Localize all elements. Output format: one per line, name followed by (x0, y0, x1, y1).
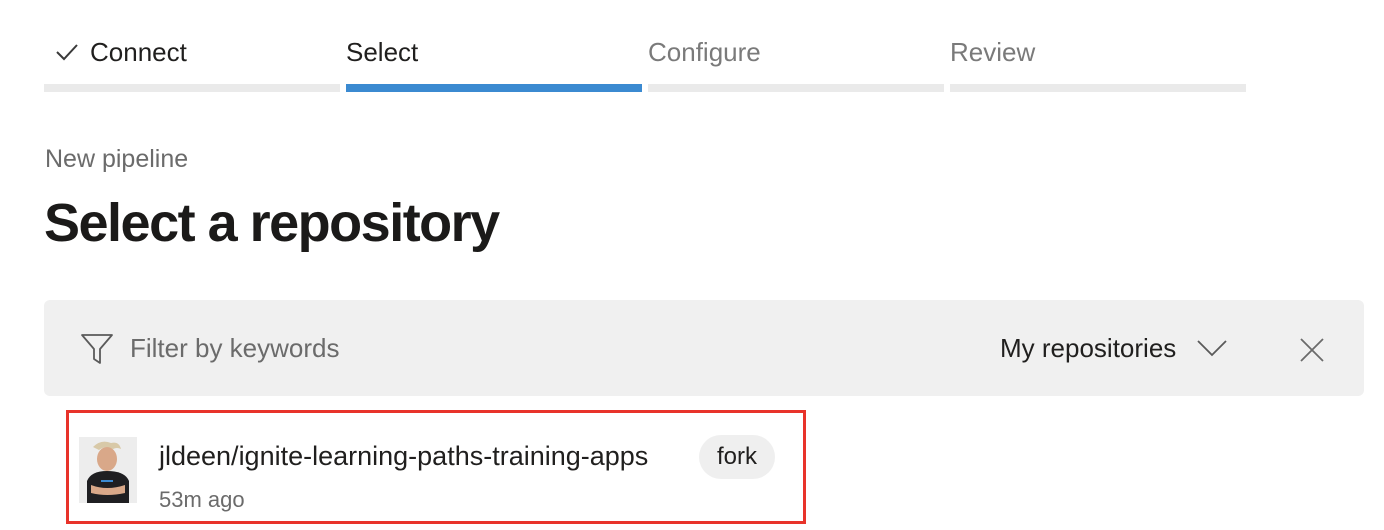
step-progress-bar (648, 84, 944, 92)
avatar-image (79, 437, 137, 503)
step-label: Review (950, 36, 1036, 67)
page-title: Select a repository (44, 193, 500, 253)
repository-timestamp: 53m ago (159, 487, 245, 512)
chevron-down-icon (1197, 340, 1227, 357)
checkmark-icon (56, 44, 78, 61)
step-label: Select (346, 36, 419, 67)
step-select[interactable]: Select (346, 30, 642, 94)
step-progress-bar (950, 84, 1246, 92)
repository-list-item[interactable]: jldeen/ignite-learning-paths-training-ap… (66, 410, 806, 524)
step-configure[interactable]: Configure (648, 30, 944, 94)
repository-scope-dropdown[interactable]: My repositories (1000, 330, 1228, 366)
step-progress-bar (346, 84, 642, 92)
close-icon[interactable] (1296, 334, 1328, 366)
filter-bar: My repositories (44, 300, 1364, 396)
step-label: Connect (90, 36, 187, 67)
search-input[interactable] (130, 330, 630, 366)
avatar (79, 437, 137, 503)
repository-name: jldeen/ignite-learning-paths-training-ap… (159, 441, 649, 471)
step-review[interactable]: Review (950, 30, 1246, 94)
breadcrumb: New pipeline (45, 145, 189, 173)
step-label: Configure (648, 36, 761, 67)
dropdown-selected-value: My repositories (1000, 332, 1177, 363)
step-progress-bar (44, 84, 340, 92)
wizard-steps: Connect Select Configure Review (44, 30, 1246, 94)
step-connect[interactable]: Connect (44, 30, 340, 94)
filter-icon (81, 334, 113, 364)
fork-badge: fork (699, 435, 776, 479)
